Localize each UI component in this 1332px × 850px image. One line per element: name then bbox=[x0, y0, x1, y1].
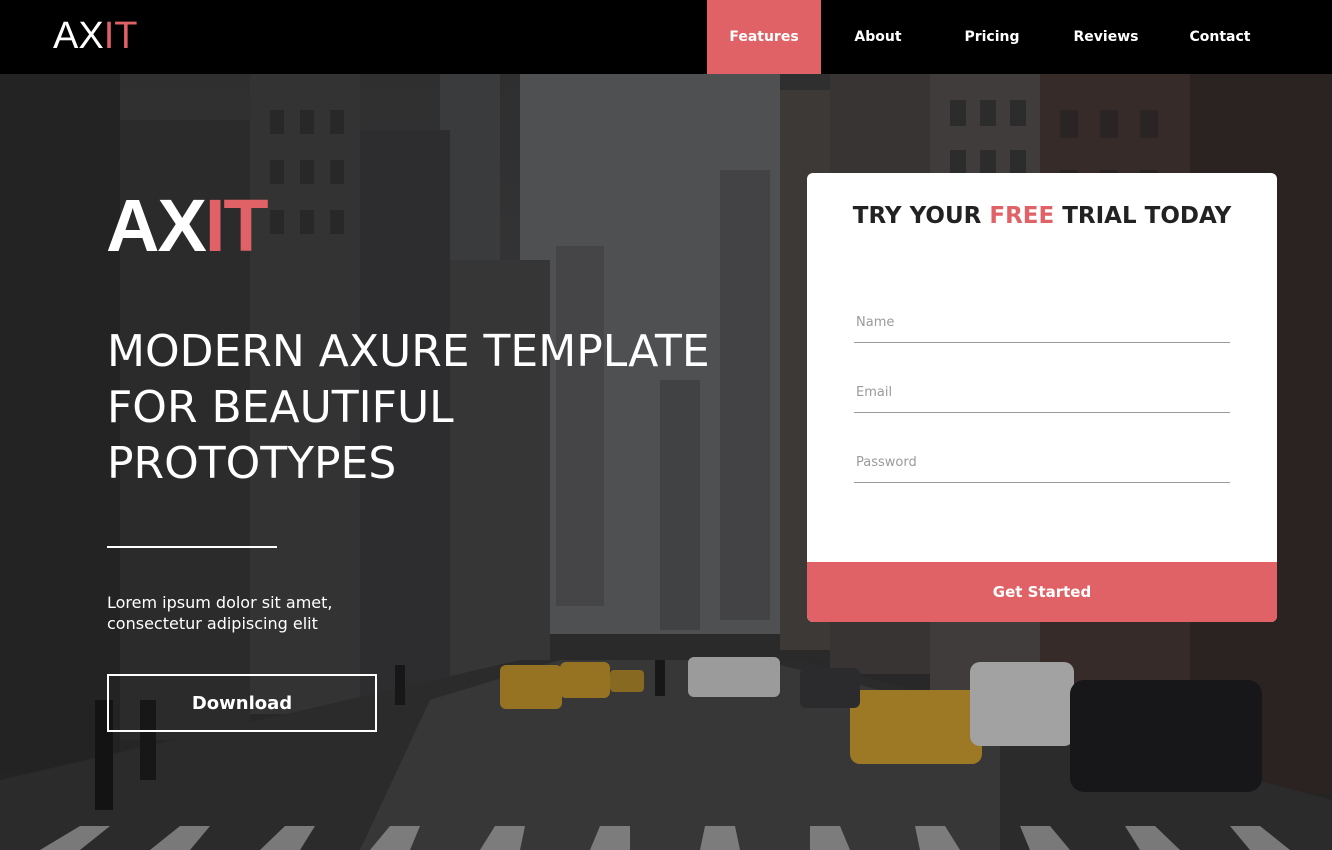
signup-card: TRY YOUR FREE TRIAL TODAY Get Started bbox=[807, 173, 1277, 622]
signup-title-before: TRY YOUR bbox=[852, 203, 990, 229]
logo-accent: IT bbox=[103, 15, 138, 57]
nav-item-contact[interactable]: Contact bbox=[1163, 0, 1277, 74]
header-logo[interactable]: AXIT bbox=[53, 16, 137, 56]
signup-title-accent: FREE bbox=[989, 203, 1055, 229]
name-field bbox=[854, 303, 1230, 343]
email-input[interactable] bbox=[854, 373, 1230, 412]
email-field bbox=[854, 373, 1230, 413]
hero-headline: MODERN AXURE TEMPLATE FOR BEAUTIFUL PROT… bbox=[107, 324, 787, 492]
lede-line-1: Lorem ipsum dolor sit amet, bbox=[107, 593, 333, 612]
headline-line-3: PROTOTYPES bbox=[107, 438, 397, 489]
nav-item-about[interactable]: About bbox=[821, 0, 935, 74]
name-input[interactable] bbox=[854, 303, 1230, 342]
logo-prefix: AX bbox=[53, 15, 104, 57]
top-nav-bar: AXIT Features About Pricing Reviews Cont… bbox=[0, 0, 1332, 74]
headline-divider bbox=[107, 546, 277, 548]
lede-line-2: consectetur adipiscing elit bbox=[107, 614, 318, 633]
nav-item-reviews[interactable]: Reviews bbox=[1049, 0, 1163, 74]
hero-brand-logo: AXIT bbox=[106, 184, 269, 267]
nav-item-pricing[interactable]: Pricing bbox=[935, 0, 1049, 74]
hero-lede: Lorem ipsum dolor sit amet, consectetur … bbox=[107, 592, 397, 634]
password-field bbox=[854, 443, 1230, 483]
nav-item-features[interactable]: Features bbox=[707, 0, 821, 74]
get-started-button[interactable]: Get Started bbox=[807, 562, 1277, 622]
password-input[interactable] bbox=[854, 443, 1230, 482]
hero-brand-accent: IT bbox=[204, 184, 269, 267]
hero-brand-prefix: AX bbox=[106, 184, 207, 267]
signup-title-after: TRIAL TODAY bbox=[1054, 203, 1232, 229]
download-button[interactable]: Download bbox=[107, 674, 377, 732]
headline-line-2: FOR BEAUTIFUL bbox=[107, 382, 454, 433]
signup-title: TRY YOUR FREE TRIAL TODAY bbox=[807, 203, 1277, 229]
headline-line-1: MODERN AXURE TEMPLATE bbox=[107, 326, 710, 377]
